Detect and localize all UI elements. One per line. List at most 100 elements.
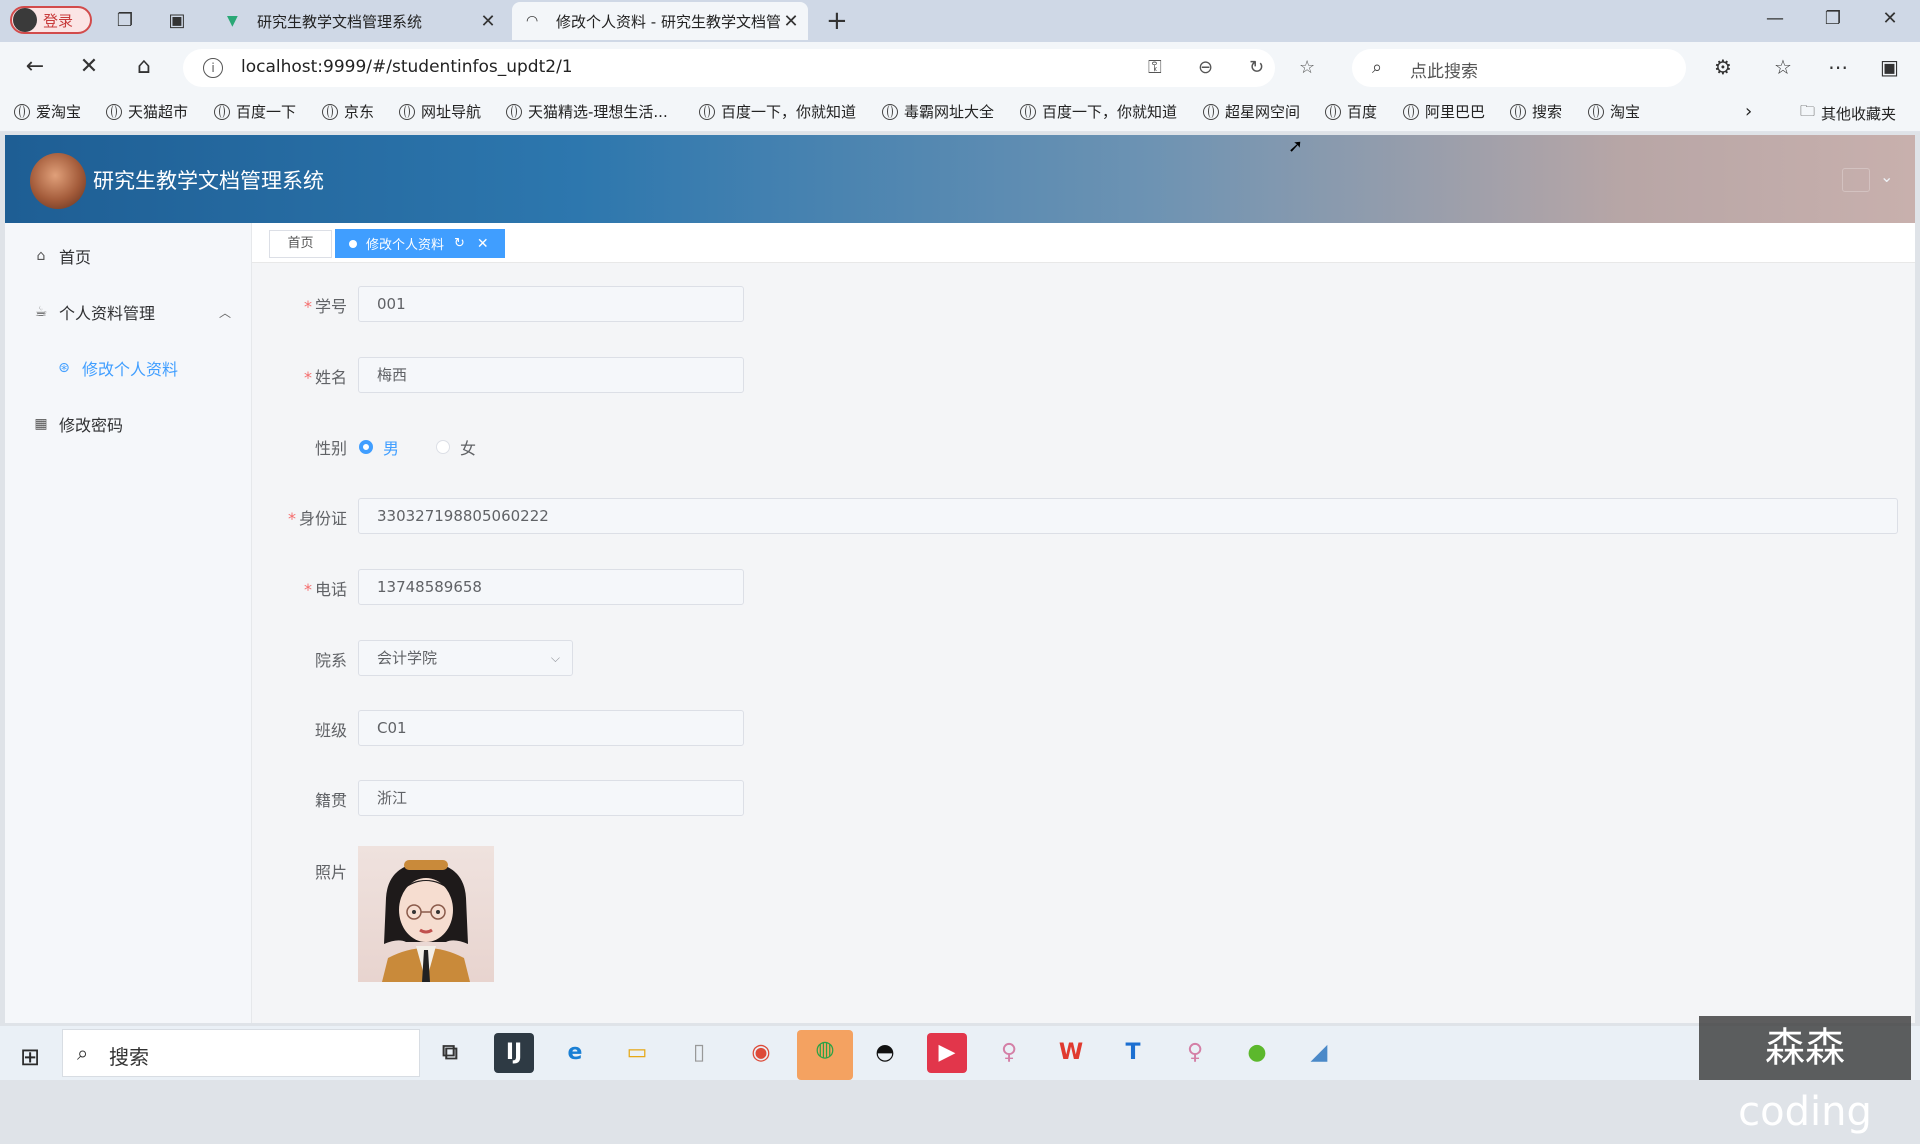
chevron-up-icon: ︿ [218,305,231,320]
avatar-app-icon[interactable]: ♀ [989,1033,1029,1073]
wps-icon[interactable]: W [1051,1033,1091,1073]
gender-label: 性别 [314,439,347,458]
tab-actions-icon[interactable]: ▣ [166,10,188,32]
hometown-input[interactable]: 浙江 [358,780,744,816]
dingtalk-icon[interactable]: T [1113,1033,1153,1073]
favorite-star-icon[interactable]: ☆ [1299,57,1315,78]
globe-icon [506,103,522,120]
home-icon[interactable]: ⌂ [129,52,159,82]
qq-icon[interactable]: ◓ [865,1033,905,1073]
close-icon[interactable]: ✕ [477,236,489,252]
bookmarks-overflow-icon[interactable]: › [1745,101,1752,122]
bookmark-item[interactable]: 毒霸网址大全 [882,101,994,122]
media-app-icon[interactable]: ▶ [927,1033,967,1073]
password-key-icon[interactable]: ⚿ [1148,57,1162,78]
app-logo [30,153,86,209]
coffee-icon: ☕ [34,304,48,320]
bookmark-item[interactable]: 百度一下，你就知道 [1020,101,1177,122]
new-tab-icon[interactable]: + [826,6,848,36]
file-explorer-icon[interactable]: ▭ [617,1033,657,1073]
sidebar-item-home[interactable]: ⌂ 首页 [33,244,91,268]
windows-start-icon[interactable]: ⊞ [20,1043,40,1071]
folder-icon: 🗀 [1800,102,1816,120]
edge-icon[interactable]: e [555,1033,595,1073]
refresh-icon[interactable]: ↻ [454,236,465,251]
tab-title: 修改个人资料 - 研究生教学文档管 [556,12,780,31]
phone-label: * 电话 [303,580,347,599]
tag-edit-profile[interactable]: 修改个人资料 ↻ ✕ [335,229,505,258]
gender-radio-male[interactable]: 男 [359,435,399,459]
translate-icon[interactable]: ↻ [1249,57,1264,78]
globe-icon [322,103,338,120]
tag-home[interactable]: 首页 [269,230,332,258]
profile-photo[interactable] [358,846,494,982]
profile-label: 登录 [43,11,74,30]
more-menu-icon[interactable]: ⋯ [1828,55,1848,79]
bookmark-item[interactable]: 网址导航 [399,101,481,122]
profile-button[interactable]: 登录 [10,6,92,34]
address-url: localhost:9999/#/studentinfos_updt2/1 [241,57,573,77]
name-input[interactable]: 梅西 [358,357,744,393]
department-select[interactable]: 会计学院 ⌵ [358,640,573,676]
green-app-icon[interactable]: ● [1237,1033,1277,1073]
bookmark-item[interactable]: 百度一下，你就知道 [699,101,856,122]
zoom-out-icon[interactable]: ⊖ [1198,57,1213,78]
bookmark-item[interactable]: 百度一下 [214,101,296,122]
globe-icon [699,103,715,120]
globe-icon [1203,103,1219,120]
main-content [252,223,1915,1023]
restore-icon[interactable]: ❐ [1813,8,1853,29]
bookmark-item[interactable]: 搜索 [1510,101,1562,122]
phone-input[interactable]: 13748589658 [358,569,744,605]
sidebar-item-edit-profile[interactable]: ⊛ 修改个人资料 [56,356,178,380]
avatar [13,8,37,32]
stop-loading-icon[interactable]: ✕ [74,52,104,82]
bookmark-item[interactable]: 超星网空间 [1203,101,1300,122]
back-icon[interactable]: ← [20,52,50,82]
sidebar-item-profile-management[interactable]: ☕ 个人资料管理 ︿ [33,300,231,324]
globe-icon [14,103,30,120]
chevron-down-icon[interactable]: ⌄ [1880,167,1893,186]
bookmark-item[interactable]: 京东 [322,101,374,122]
sidebar-toggle-icon[interactable]: ▣ [1880,55,1899,79]
close-tab-icon[interactable]: ✕ [780,11,802,32]
hometown-label: 籍贯 [314,791,347,810]
avatar-app-icon-2[interactable]: ♀ [1175,1033,1215,1073]
photo-label: 照片 [314,863,347,882]
task-view-icon[interactable]: ⧉ [430,1033,470,1073]
wechat-icon[interactable]: ◍ [797,1030,853,1080]
bookmark-item[interactable]: 百度 [1325,101,1377,122]
close-window-icon[interactable]: ✕ [1870,8,1910,29]
chrome-icon[interactable]: ◉ [741,1033,781,1073]
favorites-list-icon[interactable]: ☆ [1774,55,1792,79]
student-no-input[interactable]: 001 [358,286,744,322]
address-bar[interactable]: i localhost:9999/#/studentinfos_updt2/1 [183,49,1275,87]
bookmark-item[interactable]: 天猫精选-理想生活... [506,101,668,122]
bookmark-item[interactable]: 爱淘宝 [14,101,81,122]
close-tab-icon[interactable]: ✕ [477,11,499,32]
globe-icon [399,103,415,120]
sidebar-item-change-password[interactable]: ▦ 修改密码 [33,412,123,436]
taskbar-search[interactable]: ⌕ 搜索 [62,1029,420,1077]
loading-icon: ◠ [526,13,539,29]
site-info-icon[interactable]: i [203,58,223,78]
bookmark-item[interactable]: 淘宝 [1588,101,1640,122]
tool-app-icon[interactable]: ◢ [1299,1033,1339,1073]
extensions-icon[interactable]: ⚙ [1714,55,1732,79]
collections-icon[interactable]: ❐ [114,10,136,32]
tab-edit-profile[interactable]: ◠ 修改个人资料 - 研究生教学文档管 ✕ [512,2,808,40]
bookmark-item[interactable]: 阿里巴巴 [1403,101,1485,122]
bookmark-item[interactable]: 天猫超市 [106,101,188,122]
user-avatar-placeholder[interactable] [1842,168,1870,192]
minimize-icon[interactable]: — [1755,8,1795,29]
id-card-input[interactable]: 330327198805060222 [358,498,1898,534]
chevron-down-icon: ⌵ [550,651,560,665]
browser-search-box[interactable]: ⌕ 点此搜索 [1352,49,1686,87]
watermark: 森森coding [1699,1016,1911,1135]
other-bookmarks-folder[interactable]: 🗀 其他收藏夹 [1800,101,1896,126]
gender-radio-female[interactable]: 女 [436,435,476,459]
tab-system[interactable]: ▼ 研究生教学文档管理系统 ✕ [213,2,505,40]
notepad-icon[interactable]: ▯ [679,1033,719,1073]
intellij-icon[interactable]: IJ [494,1033,534,1073]
class-input[interactable]: C01 [358,710,744,746]
